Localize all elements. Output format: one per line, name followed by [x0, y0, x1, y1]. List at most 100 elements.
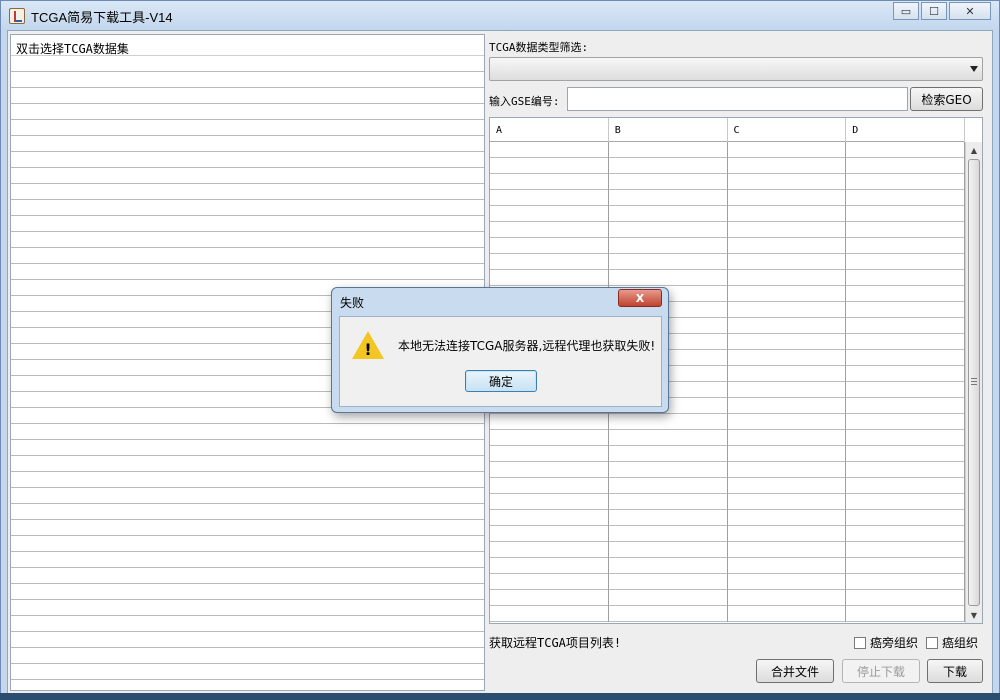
table-row[interactable] — [490, 590, 965, 606]
table-row[interactable] — [490, 222, 965, 238]
table-row[interactable] — [490, 558, 965, 574]
scroll-down-icon[interactable]: ▼ — [966, 607, 982, 623]
window-title: TCGA简易下载工具-V14 — [31, 10, 173, 25]
gse-input[interactable] — [567, 87, 908, 111]
table-row[interactable] — [490, 238, 965, 254]
maximize-button[interactable]: ☐ — [921, 2, 947, 20]
table-cell — [728, 398, 847, 414]
stop-download-button[interactable]: 停止下载 — [842, 659, 920, 683]
grip-icon — [971, 378, 977, 385]
list-item[interactable] — [11, 200, 484, 216]
dialog-close-button[interactable]: X — [618, 289, 662, 307]
table-cell — [609, 510, 728, 526]
table-cell — [846, 590, 965, 606]
table-row[interactable] — [490, 574, 965, 590]
list-item[interactable] — [11, 600, 484, 616]
table-cell — [490, 238, 609, 254]
download-button[interactable]: 下载 — [927, 659, 983, 683]
table-row[interactable] — [490, 254, 965, 270]
list-item[interactable] — [11, 648, 484, 664]
filter-label: TCGA数据类型筛选: — [489, 41, 589, 54]
column-header[interactable]: D — [846, 118, 965, 142]
table-row[interactable] — [490, 606, 965, 622]
close-button[interactable]: ✕ — [949, 2, 991, 20]
table-cell — [728, 158, 847, 174]
list-item[interactable] — [11, 472, 484, 488]
table-row[interactable] — [490, 174, 965, 190]
list-item[interactable] — [11, 584, 484, 600]
table-row[interactable] — [490, 478, 965, 494]
scroll-thumb[interactable] — [968, 159, 980, 606]
table-row[interactable] — [490, 206, 965, 222]
column-header[interactable]: C — [728, 118, 847, 142]
table-row[interactable] — [490, 510, 965, 526]
list-item[interactable] — [11, 440, 484, 456]
minimize-icon: ▭ — [900, 4, 912, 18]
list-item[interactable] — [11, 216, 484, 232]
table-row[interactable] — [490, 446, 965, 462]
list-item[interactable] — [11, 664, 484, 680]
list-item[interactable] — [11, 248, 484, 264]
table-cell — [846, 510, 965, 526]
list-item[interactable] — [11, 104, 484, 120]
dialog-title: 失败 — [340, 296, 365, 310]
table-cell — [609, 206, 728, 222]
list-item[interactable] — [11, 184, 484, 200]
tumor-tissue-checkbox[interactable]: 癌组织 — [926, 634, 978, 651]
list-item[interactable] — [11, 424, 484, 440]
data-type-select[interactable] — [489, 57, 983, 81]
column-header[interactable]: A — [490, 118, 609, 142]
table-row[interactable] — [490, 462, 965, 478]
adjacent-tissue-checkbox[interactable]: 癌旁组织 — [854, 634, 918, 651]
table-cell — [609, 542, 728, 558]
list-item[interactable] — [11, 456, 484, 472]
scroll-up-icon[interactable]: ▲ — [966, 142, 982, 158]
table-row[interactable] — [490, 542, 965, 558]
list-item[interactable] — [11, 536, 484, 552]
table-row[interactable] — [490, 414, 965, 430]
table-cell — [490, 446, 609, 462]
list-item[interactable] — [11, 568, 484, 584]
list-item[interactable] — [11, 264, 484, 280]
table-row[interactable] — [490, 270, 965, 286]
list-item[interactable] — [11, 56, 484, 72]
table-row[interactable] — [490, 494, 965, 510]
list-item[interactable] — [11, 552, 484, 568]
table-row[interactable] — [490, 430, 965, 446]
table-cell — [846, 574, 965, 590]
list-item[interactable] — [11, 72, 484, 88]
merge-files-button[interactable]: 合并文件 — [756, 659, 834, 683]
list-item[interactable] — [11, 232, 484, 248]
table-cell — [490, 270, 609, 286]
table-row[interactable] — [490, 142, 965, 158]
search-geo-button[interactable]: 检索GEO — [910, 87, 983, 111]
list-item[interactable] — [11, 168, 484, 184]
ok-button[interactable]: 确定 — [465, 370, 537, 392]
list-item[interactable] — [11, 152, 484, 168]
list-item[interactable] — [11, 120, 484, 136]
table-cell — [728, 302, 847, 318]
table-cell — [846, 366, 965, 382]
list-item[interactable] — [11, 504, 484, 520]
table-cell — [490, 526, 609, 542]
list-item[interactable] — [11, 520, 484, 536]
table-row[interactable] — [490, 190, 965, 206]
list-item[interactable] — [11, 88, 484, 104]
table-cell — [609, 462, 728, 478]
list-item[interactable] — [11, 136, 484, 152]
table-cell — [728, 574, 847, 590]
table-cell — [609, 606, 728, 622]
table-row[interactable] — [490, 158, 965, 174]
table-row[interactable] — [490, 526, 965, 542]
list-item[interactable] — [11, 616, 484, 632]
column-header[interactable]: B — [609, 118, 728, 142]
table-cell — [728, 510, 847, 526]
minimize-button[interactable]: ▭ — [893, 2, 919, 20]
gse-label: 输入GSE编号: — [489, 95, 560, 108]
list-item[interactable] — [11, 488, 484, 504]
vertical-scrollbar[interactable]: ▲ ▼ — [965, 142, 982, 623]
list-item[interactable] — [11, 632, 484, 648]
table-cell — [609, 478, 728, 494]
table-cell — [609, 446, 728, 462]
table-cell — [728, 414, 847, 430]
